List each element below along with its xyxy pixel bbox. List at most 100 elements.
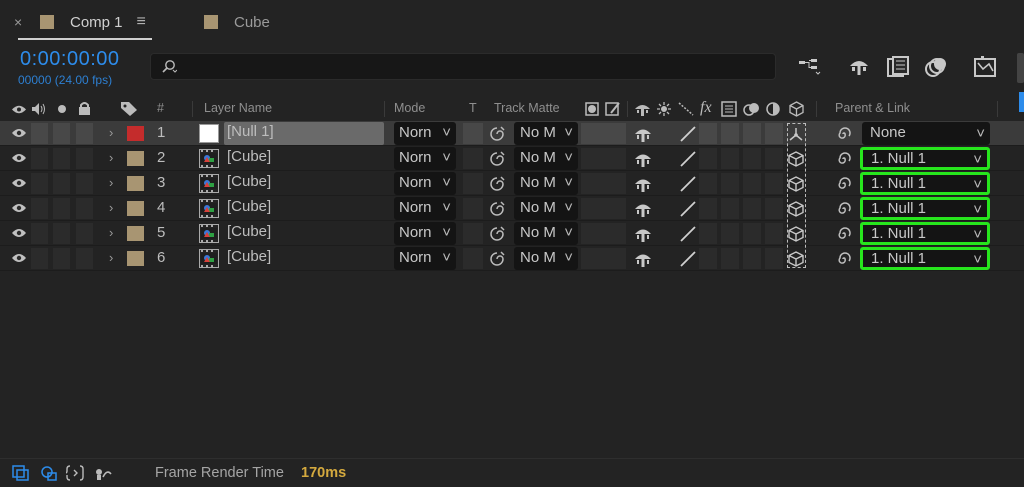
layer-search-input[interactable] (150, 53, 776, 80)
blend-mode-dropdown[interactable]: Norn ˅ (394, 172, 456, 195)
quality-icon[interactable] (678, 102, 694, 116)
blend-mode-dropdown[interactable]: Norn ˅ (394, 197, 456, 220)
current-time-display[interactable]: 0:00:00:00 (20, 48, 120, 71)
layer-row[interactable]: › 2 [Cube] Norn ˅ No M ˅ 1. Null 1 ˅ (0, 146, 1024, 171)
expand-chevron-icon[interactable]: › (109, 225, 113, 240)
adjustment-switch[interactable] (765, 223, 783, 244)
frame-blend-column-icon[interactable] (721, 101, 737, 117)
track-matte-pickwhip-icon[interactable] (488, 200, 506, 218)
layer-name[interactable]: [Cube] (227, 148, 271, 165)
parent-link-dropdown[interactable]: 1. Null 1 ˅ (860, 147, 990, 170)
label-color-swatch[interactable] (127, 226, 144, 241)
visibility-eye-icon[interactable] (11, 252, 27, 264)
panel-scrollbar[interactable] (1017, 53, 1024, 83)
solo-switch[interactable] (53, 148, 70, 169)
preserve-transparency-switch[interactable] (463, 248, 483, 269)
layer-row[interactable]: › 1 [Null 1] Norn ˅ No M ˅ None ˅ (0, 121, 1024, 146)
layer-name[interactable]: [Cube] (227, 248, 271, 265)
parent-pickwhip-icon[interactable] (835, 175, 853, 193)
motion-blur-switch[interactable] (743, 148, 761, 169)
frame-blend-switch[interactable] (721, 198, 739, 219)
tab-comp-1[interactable]: Comp 1 ≡ (40, 8, 146, 36)
effects-switch[interactable] (699, 148, 717, 169)
visibility-eye-icon[interactable] (11, 127, 27, 139)
quality-slash-icon[interactable] (679, 200, 697, 218)
audio-switch[interactable] (31, 223, 48, 244)
expand-chevron-icon[interactable]: › (109, 175, 113, 190)
column-mode[interactable]: Mode (394, 101, 425, 115)
adjustment-layer-icon[interactable] (766, 102, 780, 116)
expand-chevron-icon[interactable]: › (109, 250, 113, 265)
visibility-eye-icon[interactable] (11, 227, 27, 239)
effects-switch[interactable] (699, 173, 717, 194)
layer-name[interactable]: [Cube] (227, 173, 271, 190)
parent-link-dropdown[interactable]: 1. Null 1 ˅ (860, 197, 990, 220)
adjustment-switch[interactable] (765, 148, 783, 169)
comp-flowchart-icon[interactable] (796, 54, 824, 80)
motion-blur-switch[interactable] (743, 248, 761, 269)
frame-blend-switch[interactable] (721, 223, 739, 244)
blend-mode-dropdown[interactable]: Norn ˅ (394, 247, 456, 270)
quality-slash-icon[interactable] (679, 175, 697, 193)
adjustment-switch[interactable] (765, 198, 783, 219)
audio-switch[interactable] (31, 148, 48, 169)
motion-blur-switch[interactable] (743, 198, 761, 219)
audio-switch[interactable] (31, 198, 48, 219)
motion-blur-icon[interactable] (922, 54, 950, 80)
lock-icon[interactable] (78, 101, 91, 116)
expand-chevron-icon[interactable]: › (109, 125, 113, 140)
quality-slash-icon[interactable] (679, 150, 697, 168)
solo-switch[interactable] (53, 198, 70, 219)
audio-switch[interactable] (31, 248, 48, 269)
collapse-sun-icon[interactable] (657, 102, 671, 116)
hamburger-menu-icon[interactable]: ≡ (137, 13, 146, 31)
shy-switch-icon[interactable] (633, 250, 653, 268)
frame-blend-switch[interactable] (721, 248, 739, 269)
tab-cube[interactable]: Cube (204, 8, 270, 36)
expand-chevron-icon[interactable]: › (109, 150, 113, 165)
label-color-swatch[interactable] (127, 151, 144, 166)
shy-layers-icon[interactable] (845, 54, 873, 80)
track-matte-dropdown[interactable]: No M ˅ (514, 147, 578, 170)
in-out-pane-icon[interactable] (66, 465, 84, 481)
lock-switch[interactable] (76, 198, 93, 219)
layer-row[interactable]: › 6 [Cube] Norn ˅ No M ˅ 1. Null 1 ˅ (0, 246, 1024, 271)
track-matte-pickwhip-icon[interactable] (488, 250, 506, 268)
blend-mode-dropdown[interactable]: Norn ˅ (394, 147, 456, 170)
parent-link-dropdown[interactable]: None ˅ (862, 122, 990, 145)
solo-icon[interactable] (57, 104, 67, 114)
layer-row[interactable]: › 5 [Cube] Norn ˅ No M ˅ 1. Null 1 ˅ (0, 221, 1024, 246)
layer-switches-pane-icon[interactable] (12, 465, 30, 481)
parent-pickwhip-icon[interactable] (835, 150, 853, 168)
shy-switch-icon[interactable] (585, 102, 599, 116)
parent-link-dropdown[interactable]: 1. Null 1 ˅ (860, 247, 990, 270)
shy-column-icon[interactable] (634, 102, 651, 116)
parent-pickwhip-icon[interactable] (835, 200, 853, 218)
motion-blur-switch[interactable] (743, 123, 761, 144)
frame-blend-switch[interactable] (721, 148, 739, 169)
label-color-swatch[interactable] (127, 176, 144, 191)
shy-switch-icon[interactable] (633, 200, 653, 218)
parent-link-dropdown[interactable]: 1. Null 1 ˅ (860, 222, 990, 245)
close-tab-icon[interactable]: × (14, 14, 22, 30)
3d-layer-column-icon[interactable] (789, 101, 804, 117)
effects-switch[interactable] (699, 223, 717, 244)
motion-blur-switch[interactable] (743, 223, 761, 244)
effects-column-icon[interactable]: fx (700, 99, 712, 117)
frame-blend-switch[interactable] (721, 123, 739, 144)
shy-switch-icon[interactable] (633, 175, 653, 193)
lock-switch[interactable] (76, 123, 93, 144)
quality-slash-icon[interactable] (679, 225, 697, 243)
render-time-pane-icon[interactable] (94, 465, 112, 481)
visibility-eye-icon[interactable] (11, 177, 27, 189)
preserve-transparency-switch[interactable] (463, 123, 483, 144)
solo-switch[interactable] (53, 248, 70, 269)
transfer-controls-pane-icon[interactable] (40, 465, 58, 481)
lock-switch[interactable] (76, 148, 93, 169)
audio-icon[interactable] (31, 102, 47, 116)
label-color-swatch[interactable] (127, 201, 144, 216)
parent-pickwhip-icon[interactable] (835, 225, 853, 243)
solo-switch[interactable] (53, 173, 70, 194)
eye-icon[interactable] (11, 104, 27, 115)
preserve-transparency-switch[interactable] (463, 223, 483, 244)
